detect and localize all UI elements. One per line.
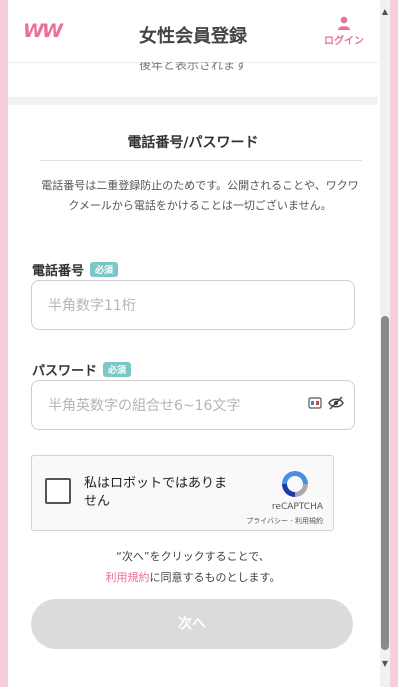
password-manager-icon[interactable] (308, 396, 322, 410)
phone-placeholder: 半角数字11桁 (48, 298, 136, 314)
login-button[interactable]: ログイン (322, 16, 366, 47)
recaptcha-label: 私はロボットではありません (84, 476, 228, 509)
login-label: ログイン (324, 36, 364, 47)
phone-input[interactable]: 半角数字11桁 (31, 280, 355, 330)
recaptcha-links[interactable]: プライバシー - 利用規約 (246, 516, 323, 526)
section-divider (8, 97, 378, 105)
privacy-note: 電話番号は二重登録防止のためです。公開されることや、ワクワクメールから電話をかけ… (41, 179, 359, 212)
section-title: 電話番号/パスワード (127, 135, 259, 151)
recaptcha-logo-icon (282, 471, 308, 497)
password-label: パスワード (32, 364, 98, 379)
eye-off-icon[interactable] (328, 396, 344, 410)
scrollbar-thumb[interactable] (381, 316, 389, 650)
password-input[interactable]: 半角英数字の組合せ6~16文字 (31, 380, 355, 430)
password-label-row: パスワード 必須 (32, 360, 132, 379)
terms-link[interactable]: 利用規約 (106, 571, 150, 584)
agreement-line1: “次へ”をクリックすることで、 (116, 550, 270, 563)
recaptcha-checkbox[interactable] (45, 478, 71, 504)
agreement-line2: 利用規約に同意するものとします。 (8, 567, 378, 588)
required-badge: 必須 (103, 362, 132, 377)
scrollbar[interactable]: ▲ ▼ (380, 0, 390, 687)
page-frame: WW 女性会員登録 ログイン 後年と表示されます 電話番号/パスワード 電話番号… (8, 0, 390, 687)
next-button[interactable]: 次へ (31, 599, 353, 649)
scroll-up-icon[interactable]: ▲ (380, 6, 390, 18)
recaptcha-widget: 私はロボットではありません reCAPTCHA プライバシー - 利用規約 (31, 455, 334, 531)
phone-label: 電話番号 (32, 264, 85, 279)
header: WW 女性会員登録 ログイン (8, 0, 378, 63)
scroll-down-icon[interactable]: ▼ (380, 658, 390, 670)
section-underline (40, 160, 362, 161)
recaptcha-brand: reCAPTCHA (271, 502, 323, 512)
agreement-line2-rest: に同意するものとします。 (149, 571, 281, 584)
phone-label-row: 電話番号 必須 (32, 260, 119, 279)
agreement-text: “次へ”をクリックすることで、 利用規約に同意するものとします。 (8, 546, 378, 588)
user-icon (338, 16, 350, 30)
password-placeholder: 半角英数字の組合せ6~16文字 (48, 398, 241, 414)
required-badge: 必須 (90, 262, 119, 277)
